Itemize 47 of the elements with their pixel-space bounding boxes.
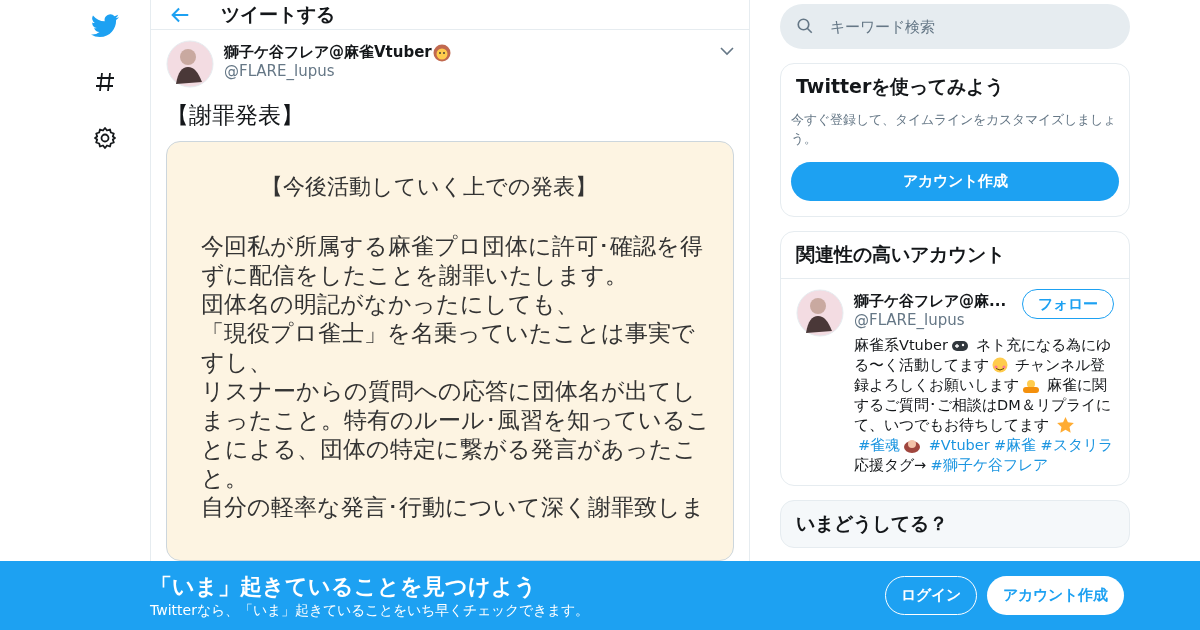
tweet-text: 【謝罪発表】 bbox=[166, 101, 305, 130]
image-text-line: リスナーからの質問への応答に団体名が出てし bbox=[201, 377, 697, 406]
image-text-line: 「現役プロ雀士」を名乗っていたことは事実で bbox=[201, 319, 696, 348]
image-heading: 【今後活動していく上での発表】 bbox=[260, 173, 598, 201]
follow-button[interactable]: フォロー bbox=[1022, 289, 1114, 319]
hashtag-link[interactable]: #獅子ケ谷フレア bbox=[930, 457, 1048, 473]
author-name[interactable]: 獅子ケ谷フレア@麻雀Vtuber bbox=[224, 43, 432, 62]
bowing-person-icon bbox=[1021, 377, 1040, 393]
bird-logo-icon bbox=[91, 14, 119, 38]
image-text-line: すし、 bbox=[201, 348, 273, 377]
hashtag-icon[interactable] bbox=[93, 70, 117, 94]
author-handle: @FLARE_lupus bbox=[224, 62, 336, 80]
account-bio: 麻雀系Vtuber ネト充になる為にゆる〜く活動してます チャンネル登録よろしくお願いします 麻雀に関するご質問･ご相談はDM＆リプライにて、いつでもお待ちしてます #雀魂 #Vtuber #麻雀 #スタリラ 応援タグ→ #獅子ケ谷フレア bbox=[854, 336, 1114, 475]
card-title: Twitterを使ってみよう bbox=[795, 74, 1006, 99]
hashtag-link[interactable]: #スタリラ bbox=[1040, 437, 1113, 453]
chevron-down-icon[interactable] bbox=[720, 46, 734, 56]
image-text-line: 団体名の明記がなかったにしても、 bbox=[201, 290, 580, 319]
image-text-line: 自分の軽率な発言･行動について深く謝罪致しま bbox=[201, 493, 706, 522]
signup-button[interactable]: アカウント作成 bbox=[987, 576, 1124, 615]
card-title: 関連性の高いアカウント bbox=[795, 242, 1006, 267]
card-text: 今すぐ登録して、タイムラインをカスタマイズしましょう。 bbox=[791, 111, 1117, 148]
avatar[interactable] bbox=[166, 40, 214, 88]
account-name[interactable]: 獅子ケ谷フレア@麻... bbox=[854, 292, 1022, 311]
avatar[interactable] bbox=[796, 289, 844, 337]
page-title: ツイートする bbox=[221, 1, 335, 27]
smiling-face-icon bbox=[991, 357, 1008, 373]
hashtag-link[interactable]: #Vtuber bbox=[928, 437, 990, 453]
image-text-line: 今回私が所属する麻雀プロ団体に許可･確認を得 bbox=[201, 232, 704, 261]
search-icon bbox=[796, 17, 814, 35]
search-field[interactable]: キーワード検索 bbox=[780, 4, 1130, 49]
hashtag-link[interactable]: #雀魂 bbox=[858, 437, 901, 453]
account-handle: @FLARE_lupus bbox=[854, 311, 966, 329]
creature-icon bbox=[903, 437, 922, 453]
image-text-line: とによる、団体の特定に繋がる発言があったこ bbox=[201, 435, 698, 464]
signup-button[interactable]: アカウント作成 bbox=[791, 162, 1119, 201]
settings-icon[interactable] bbox=[93, 126, 117, 150]
banner-subtitle: Twitterなら、「いま」起きていることをいち早くチェックできます。 bbox=[150, 601, 589, 620]
lion-icon bbox=[432, 43, 451, 62]
hashtag-link[interactable]: #麻雀 bbox=[994, 437, 1037, 453]
tweet-image[interactable]: 【今後活動していく上での発表】 今回私が所属する麻雀プロ団体に許可･確認を得 ずに配信をしたことを謝罪いたします。 団体名の明記がなかったにしても、 「現役プロ雀士」を名乗っていたことは事実で すし、 リスナーからの質問への応答に団体名が出てし まったこと。特有のルール･風習を知っているこ とによる、団体の特定に繋がる発言があったこ と。 自分の軽率な発言･行動について深く謝罪致しま bbox=[166, 141, 734, 561]
gamepad-icon bbox=[950, 339, 969, 353]
card-title: いまどうしてる？ bbox=[795, 511, 949, 536]
banner-title: 「いま」起きていることを見つけよう bbox=[150, 572, 538, 601]
image-text-line: と。 bbox=[201, 464, 249, 493]
image-text-line: ずに配信をしたことを謝罪いたします。 bbox=[201, 261, 629, 290]
star-icon bbox=[1056, 417, 1074, 433]
image-text-line: まったこと。特有のルール･風習を知っているこ bbox=[201, 406, 711, 435]
